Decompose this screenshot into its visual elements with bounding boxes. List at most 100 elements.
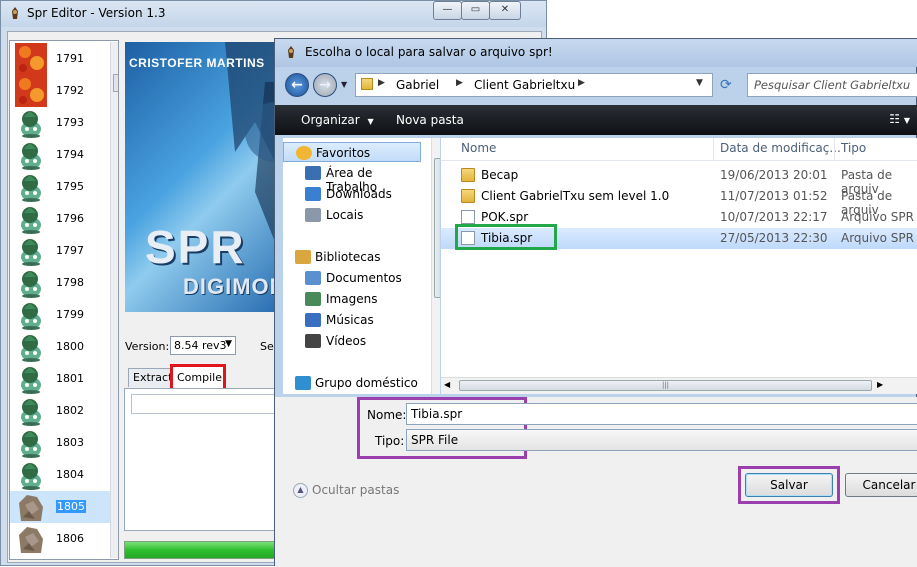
navigation-pane[interactable]: Favoritos Área de Trabalho Downloads Locais… [283, 138, 440, 394]
sprite-thumbnail [15, 43, 47, 75]
file-list[interactable]: Nome Data de modificaç... Tipo Becap 19/0… [441, 138, 917, 394]
breadcrumb-separator-icon[interactable]: ▶ [456, 78, 463, 88]
sprite-row[interactable]: 1804 [10, 459, 116, 491]
version-label: Version: [125, 340, 170, 353]
nav-item[interactable]: Bibliotecas [283, 247, 421, 267]
column-type[interactable]: Tipo [841, 141, 866, 155]
sprite-row[interactable]: 1799 [10, 299, 116, 331]
nav-item-label: Locais [326, 208, 364, 222]
sprite-row[interactable]: 1795 [10, 171, 116, 203]
file-type: Arquivo SPR [841, 210, 914, 224]
sprite-list[interactable]: 1791 1792 1793 1794 1795 1796 1797 1798 1799 1800… [9, 40, 119, 560]
save-button[interactable]: Salvar [745, 473, 833, 497]
nav-pane-scrollbar[interactable] [431, 138, 440, 394]
sprite-id: 1795 [56, 180, 84, 193]
column-date[interactable]: Data de modificaç... [720, 141, 841, 155]
table-row[interactable]: Becap 19/06/2013 20:01 Pasta de arquiv [441, 165, 917, 196]
file-list-hscrollbar[interactable]: ◀ ||| ▶ [441, 377, 917, 394]
hide-folders-button[interactable]: ▲ Ocultar pastas [293, 483, 399, 498]
file-date: 27/05/2013 22:30 [720, 231, 828, 245]
sprite-id: 1803 [56, 436, 84, 449]
preview-big-text: SPR [145, 221, 246, 273]
scroll-thumb[interactable] [113, 74, 118, 92]
filetype-select[interactable]: SPR File [406, 429, 917, 451]
music-icon [305, 313, 321, 327]
view-options-button[interactable]: ☷ ▼ [889, 112, 910, 126]
videos-icon [305, 334, 321, 348]
sprite-row[interactable]: 1802 [10, 395, 116, 427]
preview-banner-text: CRISTOFER MARTINS [129, 56, 265, 70]
table-row[interactable]: Tibia.spr 27/05/2013 22:30 Arquivo SPR [441, 224, 917, 250]
compile-path-input[interactable] [131, 394, 279, 414]
name-label: Nome: [367, 408, 407, 422]
sprite-row[interactable]: 1806 [10, 523, 116, 555]
close-button[interactable]: ✕ [489, 1, 521, 20]
sprite-id: 1798 [56, 276, 84, 289]
nav-item[interactable]: Músicas [283, 310, 421, 330]
app-icon [12, 7, 18, 19]
nav-item[interactable]: Imagens [283, 289, 421, 309]
nav-item[interactable]: Favoritos [283, 142, 421, 162]
scroll-thumb[interactable] [434, 158, 440, 298]
column-divider[interactable] [834, 138, 835, 160]
command-bar: Organizar ▼ Nova pasta ☷ ▼ [275, 105, 917, 135]
filename-input[interactable]: Tibia.spr [406, 403, 917, 425]
nav-item[interactable]: Área de Trabalho [283, 163, 421, 194]
maximize-button[interactable]: ▭ [461, 1, 490, 20]
tab-extract[interactable]: Extract [128, 368, 172, 387]
sprite-row[interactable]: 1793 [10, 107, 116, 139]
breadcrumb-client[interactable]: Client Gabrieltxu [474, 78, 575, 92]
scroll-thumb[interactable]: ||| [459, 380, 872, 391]
breadcrumb-gabriel[interactable]: Gabriel [396, 78, 439, 92]
scroll-right-icon[interactable]: ▶ [877, 380, 883, 389]
minimize-button[interactable]: — [433, 1, 462, 20]
sprite-row[interactable]: 1800 [10, 331, 116, 363]
sprite-row[interactable]: 1801 [10, 363, 116, 395]
sprite-row[interactable]: 1796 [10, 203, 116, 235]
forward-button[interactable]: → [313, 73, 337, 97]
sprite-id: 1796 [56, 212, 84, 225]
sprite-row[interactable]: 1805 [10, 491, 116, 523]
editor-window-controls: — ▭ ✕ [433, 1, 521, 20]
version-select[interactable]: 8.54 rev3 ▼ [170, 336, 236, 355]
sprite-thumbnail [21, 303, 41, 330]
scroll-left-icon[interactable]: ◀ [444, 380, 450, 389]
search-input[interactable]: Pesquisar Client Gabrieltxu [747, 73, 917, 97]
refresh-icon[interactable]: ⟳ [720, 77, 738, 95]
tab-compile[interactable]: Compile [170, 364, 226, 391]
sprite-list-scrollbar[interactable] [110, 42, 118, 558]
nav-item[interactable]: Locais [283, 205, 421, 225]
sprite-thumbnail [21, 143, 41, 170]
table-row[interactable]: Client GabrielTxu sem level 1.0 11/07/201… [441, 186, 917, 217]
breadcrumb[interactable]: ▶ Gabriel ▶ Client Gabrieltxu ▶ ▼ [355, 73, 713, 97]
nav-item[interactable]: Downloads [283, 184, 421, 204]
nav-item[interactable]: Documentos [283, 268, 421, 288]
nav-item[interactable]: Grupo doméstico [283, 373, 421, 393]
sprite-row[interactable]: 1791 [10, 43, 116, 75]
dropdown-arrow-icon: ▼ [225, 339, 232, 349]
sprite-row[interactable]: 1792 [10, 75, 116, 107]
sprite-row[interactable]: 1794 [10, 139, 116, 171]
new-folder-button[interactable]: Nova pasta [396, 113, 464, 127]
column-divider[interactable] [713, 138, 714, 160]
chevron-down-icon: ▼ [367, 117, 374, 126]
organize-button[interactable]: Organizar ▼ [301, 113, 374, 127]
back-button[interactable]: ← [285, 73, 309, 97]
nav-item-label: Imagens [326, 292, 378, 306]
column-name[interactable]: Nome [461, 141, 496, 155]
chevron-down-icon[interactable]: ▼ [696, 78, 703, 88]
sprite-thumbnail [19, 527, 43, 553]
sprite-thumbnail [21, 335, 41, 362]
sprite-row[interactable]: 1797 [10, 235, 116, 267]
cancel-button[interactable]: Cancelar [845, 473, 917, 497]
dialog-titlebar[interactable]: Escolha o local para salvar o arquivo sp… [275, 39, 917, 67]
sprite-thumbnail [21, 175, 41, 202]
sprite-row[interactable]: 1798 [10, 267, 116, 299]
nav-item[interactable]: Vídeos [283, 331, 421, 351]
recent-locations-icon[interactable]: ▼ [341, 80, 347, 89]
editor-titlebar[interactable]: Spr Editor - Version 1.3 — ▭ ✕ [1, 1, 546, 27]
sprite-row[interactable]: 1803 [10, 427, 116, 459]
sprite-id: 1794 [56, 148, 84, 161]
breadcrumb-separator-icon[interactable]: ▶ [578, 78, 585, 88]
breadcrumb-separator-icon[interactable]: ▶ [378, 78, 385, 88]
